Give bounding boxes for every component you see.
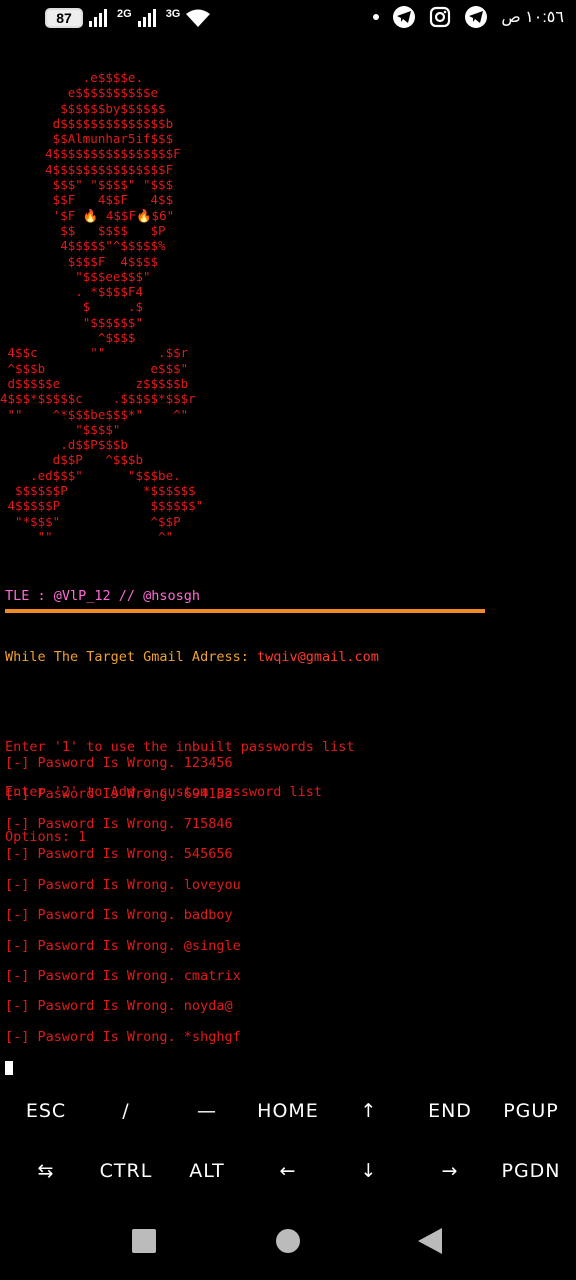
menu-block: Enter '1' to use the inbuilt passwords l… — [5, 710, 355, 860]
left-arrow-key[interactable]: ← — [247, 1160, 329, 1182]
status-bar: 87 2G 3G ١٠:٥٦ ص — [0, 0, 576, 40]
tle-line: TLE : @VlP_12 // @hsosgh — [5, 588, 201, 604]
options-line: Options: 1 — [5, 829, 87, 845]
attempt-line: [-] Pasword Is Wrong. 694132 — [5, 786, 233, 802]
target-email: twqiv@gmail.com — [256, 649, 379, 665]
ctrl-key[interactable]: CTRL — [85, 1160, 167, 1182]
pgdn-key[interactable]: PGDN — [490, 1160, 572, 1182]
end-key[interactable]: END — [409, 1100, 491, 1122]
clock: ١٠:٥٦ ص — [501, 9, 564, 26]
gmail-prompt: While The Target Gmail Adress: twqiv@gma… — [5, 649, 379, 665]
network-type-2: 3G — [165, 8, 181, 20]
dash-key[interactable]: — — [166, 1100, 248, 1122]
wifi-icon — [186, 9, 211, 27]
attempt-line: [-] Pasword Is Wrong. loveyou — [5, 877, 241, 893]
right-arrow-key[interactable]: → — [409, 1160, 491, 1182]
alt-key[interactable]: ALT — [166, 1160, 248, 1182]
attempt-line: [-] Pasword Is Wrong. *shghgf — [5, 1029, 241, 1045]
down-arrow-key[interactable]: ↓ — [328, 1160, 410, 1182]
telegram-icon — [393, 6, 416, 28]
telegram-icon — [465, 6, 488, 28]
attempt-line: [-] Pasword Is Wrong. noyda@ — [5, 998, 233, 1014]
pgup-key[interactable]: PGUP — [490, 1100, 572, 1122]
home-circle-icon[interactable] — [276, 1229, 300, 1253]
attempt-line: [-] Pasword Is Wrong. badboy — [5, 907, 233, 923]
signal-icon — [137, 9, 156, 27]
battery-indicator: 87 — [45, 8, 83, 28]
slash-key[interactable]: / — [85, 1100, 167, 1122]
menu-line-1: Enter '1' to use the inbuilt passwords l… — [5, 739, 355, 755]
divider-rule — [5, 609, 485, 613]
attempt-line: [-] Pasword Is Wrong. 123456 — [5, 755, 233, 771]
attempt-line: [-] Pasword Is Wrong. 715846 — [5, 816, 233, 832]
status-right: ١٠:٥٦ ص — [373, 6, 564, 28]
prompt-label: While The Target Gmail Adress: — [5, 649, 257, 665]
attempt-line: [-] Pasword Is Wrong. cmatrix — [5, 968, 241, 984]
tab-key[interactable]: ⇆ — [5, 1160, 87, 1182]
ascii-art-banner: .e$$$$e. e$$$$$$$$$$e $$$$$$by$$$$$$ d$$… — [0, 70, 204, 544]
back-triangle-icon[interactable] — [418, 1228, 442, 1258]
home-key[interactable]: HOME — [247, 1100, 329, 1122]
esc-key[interactable]: ESC — [5, 1100, 87, 1122]
recents-square-icon[interactable] — [132, 1229, 156, 1253]
attempt-line: [-] Pasword Is Wrong. @single — [5, 938, 241, 954]
terminal-cursor[interactable] — [5, 1061, 13, 1075]
instagram-icon — [430, 6, 451, 28]
attempt-line: [-] Pasword Is Wrong. 545656 — [5, 846, 233, 862]
signal-icon — [89, 9, 107, 27]
up-arrow-key[interactable]: ↑ — [328, 1100, 410, 1122]
network-type-1: 2G — [117, 8, 132, 20]
status-left: 87 2G 3G — [45, 8, 211, 28]
dot-icon — [373, 14, 380, 20]
